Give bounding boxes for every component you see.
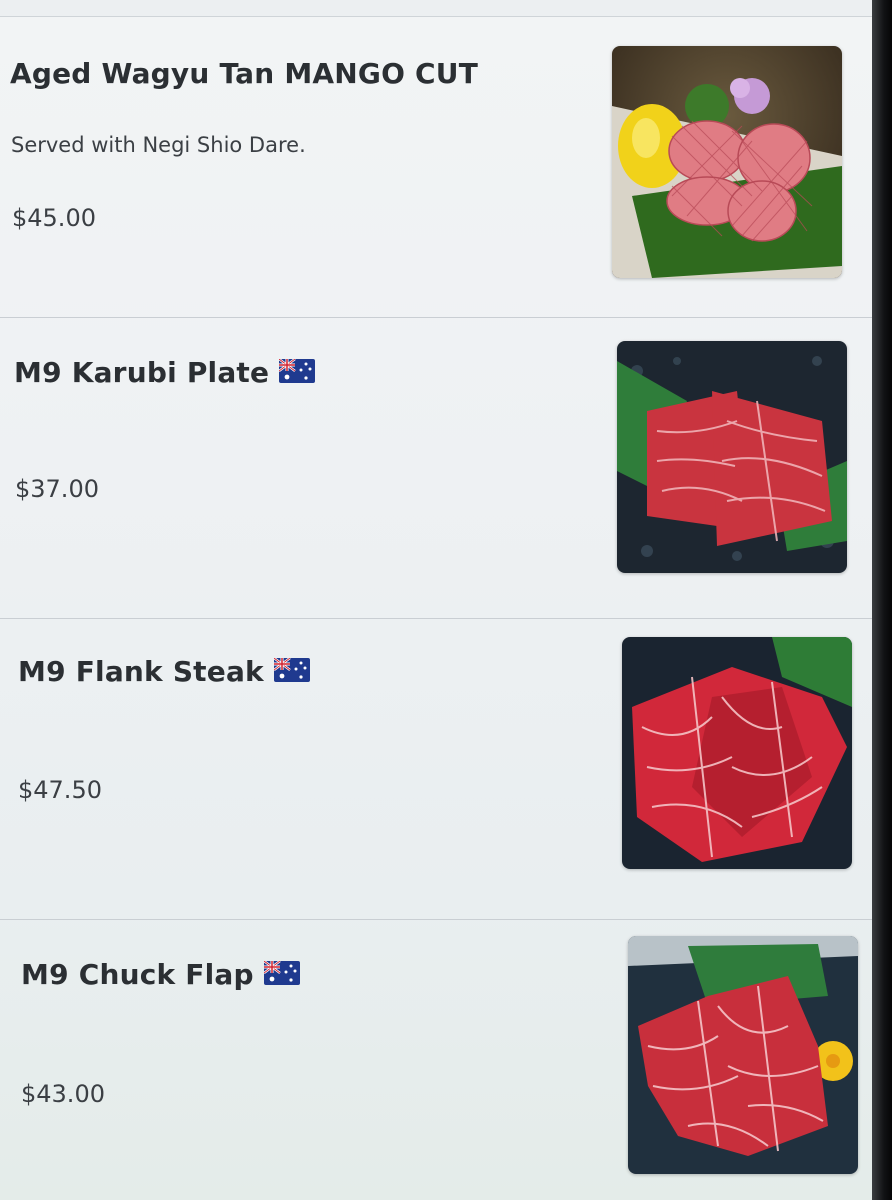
wagyu-tongue-mango-cut-photo xyxy=(612,46,842,278)
menu-item-m9-flank-steak[interactable]: M9 Flank Steak $47.50 xyxy=(0,619,872,920)
item-price: $37.00 xyxy=(15,475,99,503)
australia-flag-icon xyxy=(263,961,300,985)
item-name-row: M9 Karubi Plate xyxy=(14,356,316,389)
item-price: $45.00 xyxy=(12,204,96,232)
karubi-plate-photo xyxy=(617,341,847,573)
item-name: M9 Flank Steak xyxy=(18,655,264,688)
menu-item-m9-chuck-flap[interactable]: M9 Chuck Flap $43.00 xyxy=(0,920,872,1200)
device-bezel xyxy=(872,0,892,1200)
item-name-row: M9 Flank Steak xyxy=(18,655,310,688)
item-price: $47.50 xyxy=(18,776,102,804)
menu-item-m9-karubi-plate[interactable]: M9 Karubi Plate $37.00 xyxy=(0,318,872,619)
chuck-flap-photo xyxy=(628,936,858,1174)
previous-item-edge xyxy=(0,0,872,17)
item-name: Aged Wagyu Tan MANGO CUT xyxy=(10,57,479,90)
menu-screen: Aged Wagyu Tan MANGO CUT Served with Neg… xyxy=(0,0,872,1200)
menu-item-aged-wagyu-tan[interactable]: Aged Wagyu Tan MANGO CUT Served with Neg… xyxy=(0,17,872,318)
item-name: M9 Karubi Plate xyxy=(14,356,270,389)
flank-steak-photo xyxy=(622,637,852,869)
australia-flag-icon xyxy=(279,359,316,383)
item-description: Served with Negi Shio Dare. xyxy=(11,133,306,157)
item-name-row: M9 Chuck Flap xyxy=(21,958,300,991)
item-price: $43.00 xyxy=(21,1080,105,1108)
item-name: M9 Chuck Flap xyxy=(21,958,254,991)
australia-flag-icon xyxy=(273,658,310,682)
